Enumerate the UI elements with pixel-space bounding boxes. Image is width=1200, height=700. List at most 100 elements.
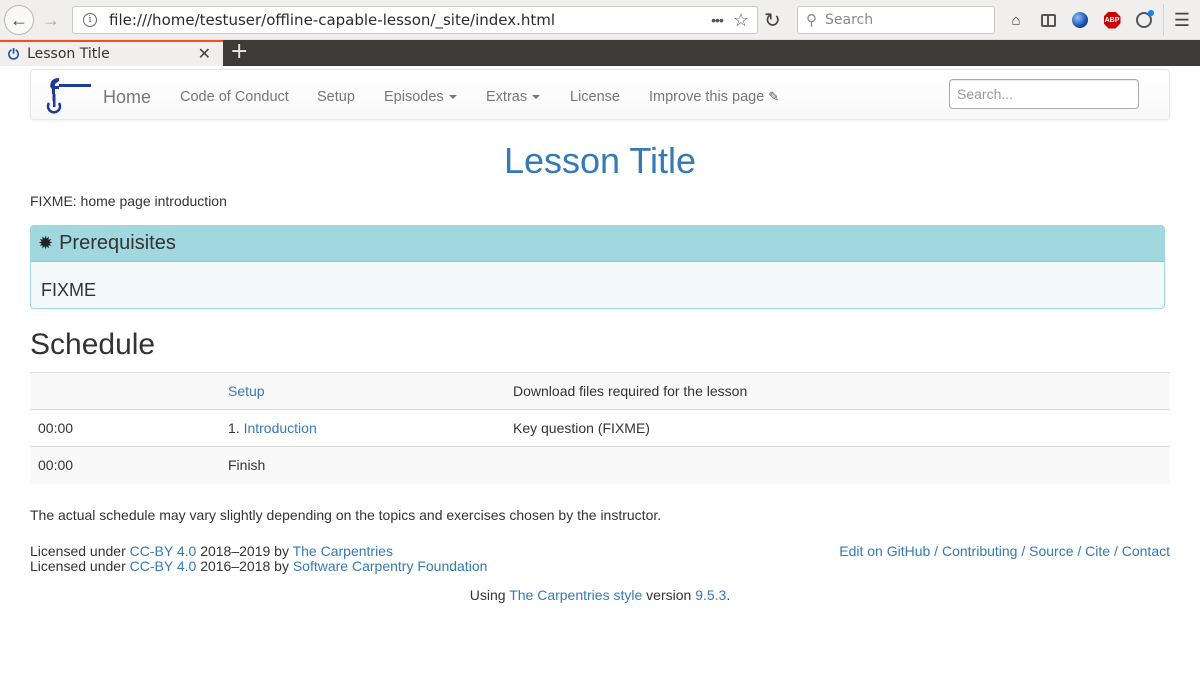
- tab-strip: ⏻ Lesson Title ✕ +: [0, 40, 1200, 66]
- schedule-heading: Schedule: [30, 328, 156, 361]
- license-prefix: Licensed under: [30, 543, 130, 559]
- site-search-input[interactable]: [949, 79, 1139, 109]
- source-link[interactable]: Source: [1029, 543, 1073, 559]
- schedule-description: Download files required for the lesson: [513, 383, 748, 399]
- forward-button[interactable]: →: [36, 5, 66, 35]
- schedule-time: 00:00: [38, 420, 74, 436]
- sidebar-button[interactable]: [1038, 10, 1058, 30]
- separator: /: [930, 543, 942, 559]
- license-link[interactable]: CC-BY 4.0: [130, 558, 197, 574]
- table-row: 00:00 1. Introduction Key question (FIXM…: [30, 409, 1170, 447]
- holder-link-swc[interactable]: Software Carpentry Foundation: [293, 558, 488, 574]
- nav-link-license[interactable]: License: [570, 89, 620, 105]
- style-version-line: Using The Carpentries style version 9.5.…: [0, 587, 1200, 603]
- separator: /: [1073, 543, 1086, 559]
- menu-button[interactable]: ☰: [1172, 10, 1192, 30]
- address-bar[interactable]: i file:///home/testuser/offline-capable-…: [72, 6, 758, 34]
- schedule-description: Key question (FIXME): [513, 420, 650, 436]
- nav-dropdown-episodes[interactable]: Episodes: [384, 89, 457, 105]
- prerequisites-body: FIXME: [41, 280, 97, 300]
- carpentries-logo-icon[interactable]: [43, 76, 93, 114]
- separator: /: [1017, 543, 1030, 559]
- pencil-icon: ✎: [768, 89, 780, 104]
- browser-search-input[interactable]: ⚲ Search: [797, 6, 995, 34]
- home-icon: ⌂: [1011, 11, 1021, 29]
- license-line: Licensed under CC-BY 4.0 2018–2019 by Th…: [30, 544, 487, 559]
- site-navbar: Home Code of Conduct Setup Episodes Extr…: [30, 69, 1170, 120]
- url-text[interactable]: file:///home/testuser/offline-capable-le…: [109, 11, 711, 29]
- schedule-episode: Setup: [220, 373, 505, 410]
- episode-link-setup[interactable]: Setup: [228, 383, 265, 399]
- browser-search-placeholder: Search: [825, 12, 874, 28]
- star-icon[interactable]: ☆: [733, 10, 749, 31]
- episodes-label: Episodes: [384, 89, 444, 105]
- episode-link-introduction[interactable]: Introduction: [244, 420, 317, 436]
- new-tab-button[interactable]: +: [230, 40, 248, 66]
- version-link[interactable]: 9.5.3: [695, 587, 726, 603]
- arrow-left-icon: ←: [10, 9, 28, 30]
- tab-title: Lesson Title: [27, 46, 110, 62]
- nav-dropdown-extras[interactable]: Extras: [486, 89, 541, 105]
- power-favicon-icon: ⏻: [8, 45, 20, 62]
- home-button[interactable]: ⌂: [1006, 10, 1026, 30]
- schedule-table: Setup Download files required for the le…: [30, 372, 1170, 484]
- close-tab-icon[interactable]: ✕: [198, 44, 211, 64]
- contact-link[interactable]: Contact: [1122, 543, 1170, 559]
- using-prefix: Using: [469, 587, 510, 603]
- certificate-icon: ✹: [38, 233, 54, 253]
- license-years: 2018–2019 by: [196, 543, 293, 559]
- improve-page-label: Improve this page: [649, 89, 765, 105]
- adblock-button[interactable]: ABP: [1102, 10, 1122, 30]
- schedule-time: [30, 373, 220, 410]
- schedule-episode: 1. Introduction: [220, 410, 505, 447]
- prerequisites-callout: ✹ Prerequisites FIXME: [30, 225, 1165, 309]
- reload-icon: ↻: [764, 10, 781, 32]
- holder-link-carpentries[interactable]: The Carpentries: [293, 543, 393, 559]
- schedule-episode: Finish: [228, 457, 266, 474]
- account-icon: [1136, 10, 1154, 28]
- account-button[interactable]: [1134, 10, 1154, 30]
- page-title: Lesson Title: [503, 140, 697, 181]
- toolbar-separator: [1163, 4, 1164, 36]
- period: .: [726, 587, 731, 603]
- version-word: version: [642, 587, 696, 603]
- navbar-home-link[interactable]: Home: [103, 87, 151, 108]
- nav-link-improve-page[interactable]: Improve this page ✎: [649, 89, 779, 105]
- schedule-time: 00:00: [38, 457, 74, 474]
- prerequisites-title: Prerequisites: [59, 232, 176, 254]
- hamburger-menu-icon: ☰: [1173, 9, 1191, 30]
- episode-number: 1.: [228, 420, 244, 436]
- extras-label: Extras: [486, 89, 528, 105]
- schedule-note: The actual schedule may vary slightly de…: [30, 507, 662, 523]
- sidebar-icon: [1040, 13, 1056, 27]
- caret-down-icon: [448, 95, 457, 100]
- globe-icon: [1072, 12, 1088, 28]
- table-row: 00:00 Finish: [30, 446, 1170, 484]
- reload-button[interactable]: ↻: [764, 8, 781, 33]
- carpentries-style-link[interactable]: The Carpentries style: [509, 587, 642, 603]
- tab-lesson-title[interactable]: ⏻ Lesson Title ✕: [0, 40, 223, 66]
- back-button[interactable]: ←: [4, 5, 34, 35]
- abp-icon: ABP: [1103, 11, 1121, 29]
- nav-link-code-of-conduct[interactable]: Code of Conduct: [180, 89, 289, 105]
- license-info: Licensed under CC-BY 4.0 2018–2019 by Th…: [30, 544, 487, 574]
- intro-text: FIXME: home page introduction: [30, 193, 227, 209]
- edit-on-github-link[interactable]: Edit on GitHub: [839, 543, 930, 559]
- license-years: 2016–2018 by: [196, 558, 293, 574]
- contributing-link[interactable]: Contributing: [942, 543, 1018, 559]
- footer-links: Edit on GitHub / Contributing / Source /…: [839, 544, 1170, 559]
- license-link[interactable]: CC-BY 4.0: [130, 543, 197, 559]
- separator: /: [1110, 543, 1122, 559]
- globe-extension-button[interactable]: [1070, 10, 1090, 30]
- search-icon: ⚲: [806, 12, 817, 29]
- prerequisites-header: ✹ Prerequisites: [31, 226, 1164, 262]
- cite-link[interactable]: Cite: [1085, 543, 1110, 559]
- page-content: Home Code of Conduct Setup Episodes Extr…: [0, 66, 1200, 700]
- nav-link-setup[interactable]: Setup: [317, 89, 355, 105]
- browser-toolbar: ← → i file:///home/testuser/offline-capa…: [0, 0, 1200, 40]
- arrow-right-icon: →: [42, 9, 60, 30]
- table-row: Setup Download files required for the le…: [30, 372, 1170, 410]
- more-dots-icon[interactable]: •••: [711, 12, 724, 28]
- caret-down-icon: [532, 95, 541, 100]
- info-icon[interactable]: i: [83, 13, 97, 27]
